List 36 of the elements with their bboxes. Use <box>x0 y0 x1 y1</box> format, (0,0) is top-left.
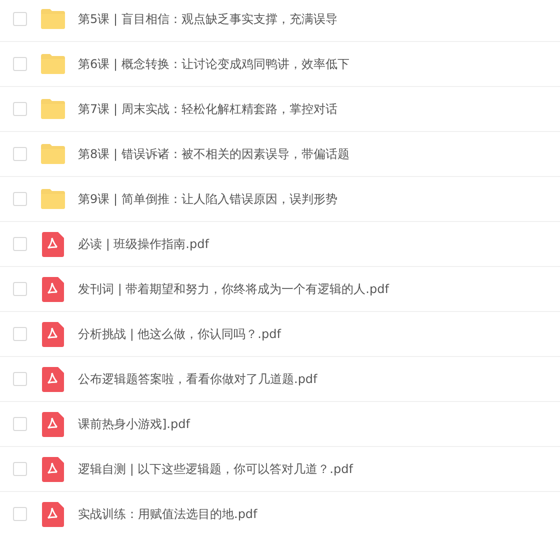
folder-icon <box>40 53 66 75</box>
pdf-file-icon <box>42 366 64 392</box>
file-name[interactable]: 分析挑战 | 他这么做，你认同吗？.pdf <box>78 325 281 343</box>
folder-icon <box>40 8 66 30</box>
checkbox[interactable] <box>13 417 27 431</box>
file-name[interactable]: 第6课 | 概念转换：让讨论变成鸡同鸭讲，效率低下 <box>78 55 350 73</box>
checkbox[interactable] <box>13 327 27 341</box>
folder-icon <box>40 188 66 210</box>
file-name[interactable]: 课前热身小游戏].pdf <box>78 415 190 433</box>
file-name[interactable]: 第5课 | 盲目相信：观点缺乏事实支撑，充满误导 <box>78 10 338 28</box>
checkbox[interactable] <box>13 102 27 116</box>
pdf-file-icon <box>42 502 64 526</box>
checkbox[interactable] <box>13 192 27 206</box>
checkbox[interactable] <box>13 237 27 251</box>
pdf-file-icon <box>42 232 64 256</box>
file-name[interactable]: 第7课 | 周末实战：轻松化解杠精套路，掌控对话 <box>78 100 338 118</box>
file-name[interactable]: 实战训练：用赋值法选目的地.pdf <box>78 505 258 523</box>
file-name[interactable]: 必读 | 班级操作指南.pdf <box>78 235 209 253</box>
checkbox[interactable] <box>13 147 27 161</box>
checkbox[interactable] <box>13 57 27 71</box>
file-name[interactable]: 发刊词 | 带着期望和努力，你终将成为一个有逻辑的人.pdf <box>78 280 389 298</box>
pdf-file-icon <box>42 456 64 482</box>
pdf-file-icon <box>42 412 64 436</box>
file-name[interactable]: 逻辑自测 | 以下这些逻辑题，你可以答对几道？.pdf <box>78 460 353 478</box>
checkbox[interactable] <box>13 12 27 26</box>
checkbox[interactable] <box>13 462 27 476</box>
checkbox[interactable] <box>13 507 27 521</box>
pdf-file-icon <box>42 322 64 346</box>
checkbox[interactable] <box>13 282 27 296</box>
file-name[interactable]: 公布逻辑题答案啦，看看你做对了几道题.pdf <box>78 370 318 388</box>
file-name[interactable]: 第9课 | 简单倒推：让人陷入错误原因，误判形势 <box>78 190 338 208</box>
pdf-file-icon <box>42 276 64 302</box>
folder-icon <box>40 143 66 165</box>
folder-icon <box>40 98 66 120</box>
file-name[interactable]: 第8课 | 错误诉诸：被不相关的因素误导，带偏话题 <box>78 145 350 163</box>
checkbox[interactable] <box>13 372 27 386</box>
